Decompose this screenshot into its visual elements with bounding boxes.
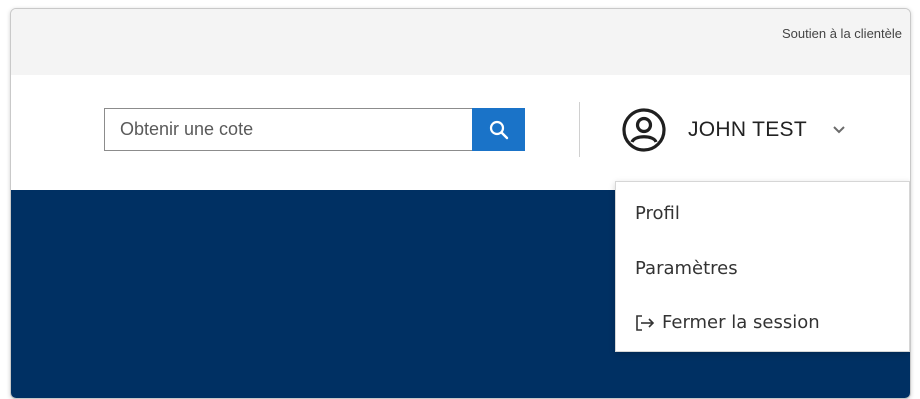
- menu-item-logout[interactable]: Fermer la session: [635, 312, 820, 333]
- search-icon: [489, 120, 508, 139]
- logout-icon: [635, 314, 655, 332]
- utility-bar: Soutien à la clientèle: [11, 9, 910, 75]
- search-button[interactable]: [472, 108, 525, 151]
- customer-support-link[interactable]: Soutien à la clientèle: [782, 26, 902, 41]
- menu-item-settings[interactable]: Paramètres: [635, 258, 738, 279]
- user-dropdown-menu: Profil Paramètres Fermer la session: [615, 181, 910, 352]
- menu-item-label: Fermer la session: [662, 312, 820, 333]
- page-frame: Soutien à la clientèle JOHN TEST: [10, 8, 911, 399]
- avatar: [621, 107, 667, 153]
- quote-search-input[interactable]: [105, 109, 473, 150]
- menu-item-label: Profil: [635, 203, 680, 224]
- user-name: JOHN TEST: [688, 118, 807, 141]
- quote-search: [104, 108, 525, 151]
- menu-item-label: Paramètres: [635, 258, 738, 279]
- user-menu-toggle[interactable]: JOHN TEST: [621, 105, 847, 155]
- header-divider: [579, 102, 580, 157]
- user-circle-icon: [622, 108, 666, 152]
- menu-item-profile[interactable]: Profil: [635, 203, 680, 224]
- site-header: JOHN TEST: [11, 75, 910, 190]
- chevron-down-icon: [831, 122, 847, 138]
